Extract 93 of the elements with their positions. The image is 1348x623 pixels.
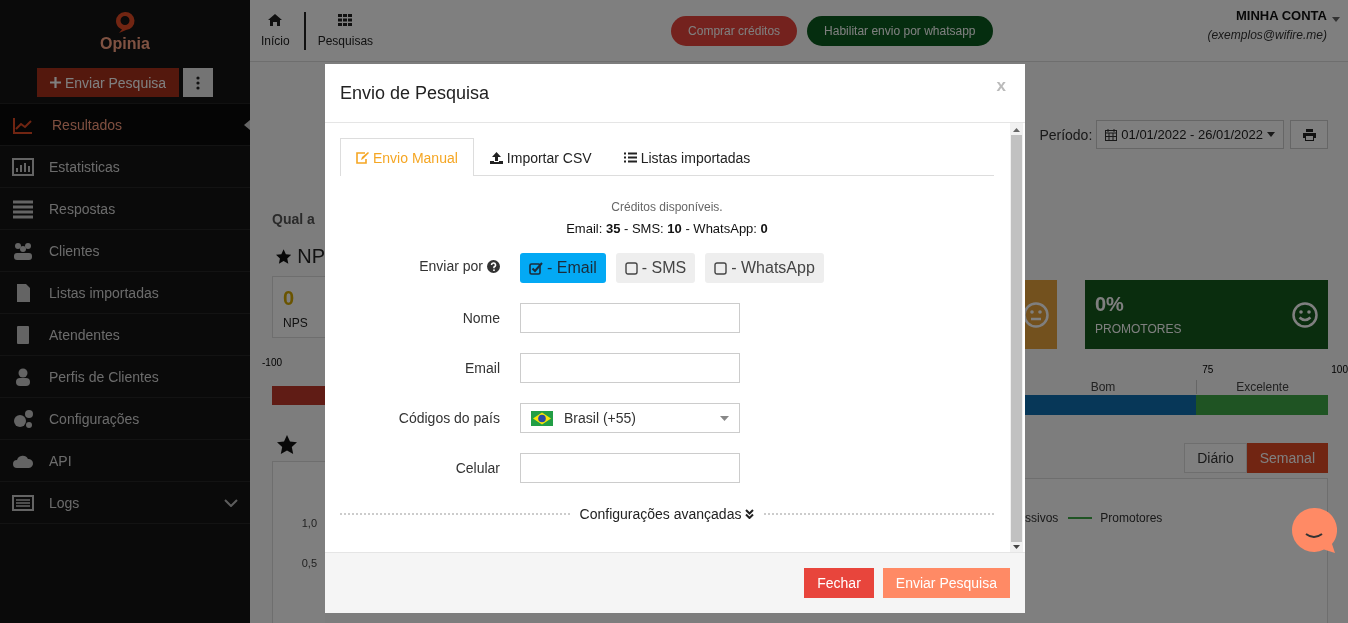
top-action-button[interactable]: Habilitar envio por whatsapp — [807, 15, 993, 46]
caret-down-icon — [1267, 132, 1275, 137]
printer-icon — [1302, 128, 1316, 141]
sidebar-item[interactable]: Listas importadas — [0, 272, 250, 314]
legend-label: Promotores — [1100, 511, 1163, 525]
legend-label: ssivos — [1025, 511, 1059, 525]
field-label: Códigos do país — [398, 410, 500, 426]
sidebar-item[interactable]: Resultados — [0, 104, 250, 146]
chat-button[interactable] — [1291, 507, 1337, 553]
kebab-icon — [196, 75, 200, 90]
upload-icon — [489, 151, 503, 164]
nav-link[interactable]: Pesquisas — [303, 11, 388, 50]
plus-icon — [49, 77, 61, 88]
question-title: Qual a — [272, 211, 316, 227]
checkbox-icon — [624, 261, 638, 275]
credits-title: Créditos disponíveis. — [610, 200, 724, 214]
send-survey-button[interactable]: Enviar Pesquisa — [37, 68, 179, 97]
top-action-button[interactable]: Comprar créditos — [671, 15, 798, 46]
flag-icon — [531, 410, 553, 426]
country-select[interactable]: Brasil (+55) — [520, 403, 740, 433]
channel-toggle[interactable]: - WhatsApp — [705, 253, 824, 283]
chat-bubble-icon — [1291, 507, 1337, 553]
tab[interactable]: Envio Manual — [340, 138, 474, 176]
sidebar-item[interactable]: Atendentes — [0, 314, 250, 356]
modal-title: Envio de Pesquisa — [340, 82, 490, 104]
scale-tick: 100 — [1331, 364, 1348, 374]
sidebar-item[interactable]: API — [0, 440, 250, 482]
users-icon — [12, 240, 34, 261]
channel-toggle[interactable]: - Email — [520, 253, 606, 283]
tab[interactable]: Importar CSV — [473, 138, 608, 176]
footer-button[interactable]: Fechar — [804, 568, 874, 598]
field-label: Nome — [462, 310, 500, 326]
field-label: Enviar por — [419, 258, 483, 274]
tab[interactable]: Listas importadas — [607, 138, 767, 176]
field-label: Celular — [455, 460, 500, 476]
help-icon — [487, 259, 500, 273]
y-axis-tick: 0,5 — [301, 557, 317, 569]
scrollbar[interactable] — [1010, 123, 1023, 552]
field-label: Email — [465, 360, 500, 376]
advanced-settings-toggle[interactable]: Configurações avançadas — [579, 506, 755, 522]
scale-tick: -100 — [262, 357, 283, 368]
sidebar-item[interactable]: Logs — [0, 482, 250, 524]
footer-button[interactable]: Enviar Pesquisa — [882, 568, 1010, 598]
caret-down-icon — [720, 415, 729, 421]
list-icon — [623, 152, 637, 163]
scale-bar-segment — [272, 386, 325, 405]
period-toggle-button[interactable]: Diário — [1184, 443, 1247, 473]
y-axis-tick: 1,0 — [301, 517, 317, 529]
list-icon — [12, 198, 34, 219]
sidebar-item[interactable]: Configurações — [0, 398, 250, 440]
period-label: Período: — [1039, 126, 1093, 143]
double-chevron-down-icon — [745, 509, 755, 519]
caret-down-icon — [1332, 16, 1340, 22]
calendar-icon — [1105, 128, 1118, 141]
account-menu[interactable]: MINHA CONTA (exemplos@wifire.me) — [1207, 7, 1340, 42]
edit-icon — [356, 151, 369, 164]
channel-toggle[interactable]: - SMS — [615, 253, 696, 283]
star-icon — [277, 435, 297, 454]
grid-icon — [338, 13, 353, 26]
scroll-down-icon — [1013, 545, 1020, 549]
nav-link[interactable]: Início — [258, 11, 304, 50]
promoters-value: 0% — [1095, 293, 1125, 316]
legend-line — [1068, 517, 1093, 519]
bar-chart-icon — [12, 156, 34, 177]
text-input[interactable] — [520, 303, 740, 333]
scale-tick: 75 — [1202, 364, 1214, 374]
text-input[interactable] — [520, 453, 740, 483]
date-range-button[interactable]: 01/01/2022 - 26/01/2022 — [1096, 120, 1284, 149]
chevron-down-icon — [224, 498, 238, 507]
credits-summary: Email: 35 - SMS: 10 - WhatsApp: 0 — [565, 221, 769, 236]
sidebar-item[interactable]: Estatisticas — [0, 146, 250, 188]
period-toggle-button[interactable]: Semanal — [1246, 443, 1328, 473]
sidebar-item[interactable]: Clientes — [0, 230, 250, 272]
logo-text: Opinia — [100, 34, 150, 53]
nps-value: 0 — [283, 287, 296, 310]
star-icon — [276, 247, 292, 266]
home-icon — [268, 13, 283, 26]
promoters-label: PROMOTORES — [1095, 322, 1182, 336]
print-button[interactable] — [1290, 120, 1328, 149]
checkbox-checked-icon — [529, 261, 543, 275]
sidebar-item[interactable]: Perfis de Clientes — [0, 356, 250, 398]
more-button[interactable] — [183, 68, 213, 97]
text-input[interactable] — [520, 353, 740, 383]
nps-label: NPS — [283, 316, 309, 330]
scroll-up-icon — [1013, 128, 1020, 132]
smiley-icon — [1292, 301, 1318, 328]
checkbox-icon — [714, 261, 728, 275]
sidebar-item[interactable]: Respostas — [0, 188, 250, 230]
logo-icon — [113, 9, 137, 34]
section-title: NP — [297, 245, 325, 268]
scale-zone-label: Bom — [1089, 380, 1117, 394]
keyboard-icon — [12, 492, 34, 513]
scale-zone-label: Excelente — [1196, 380, 1328, 394]
